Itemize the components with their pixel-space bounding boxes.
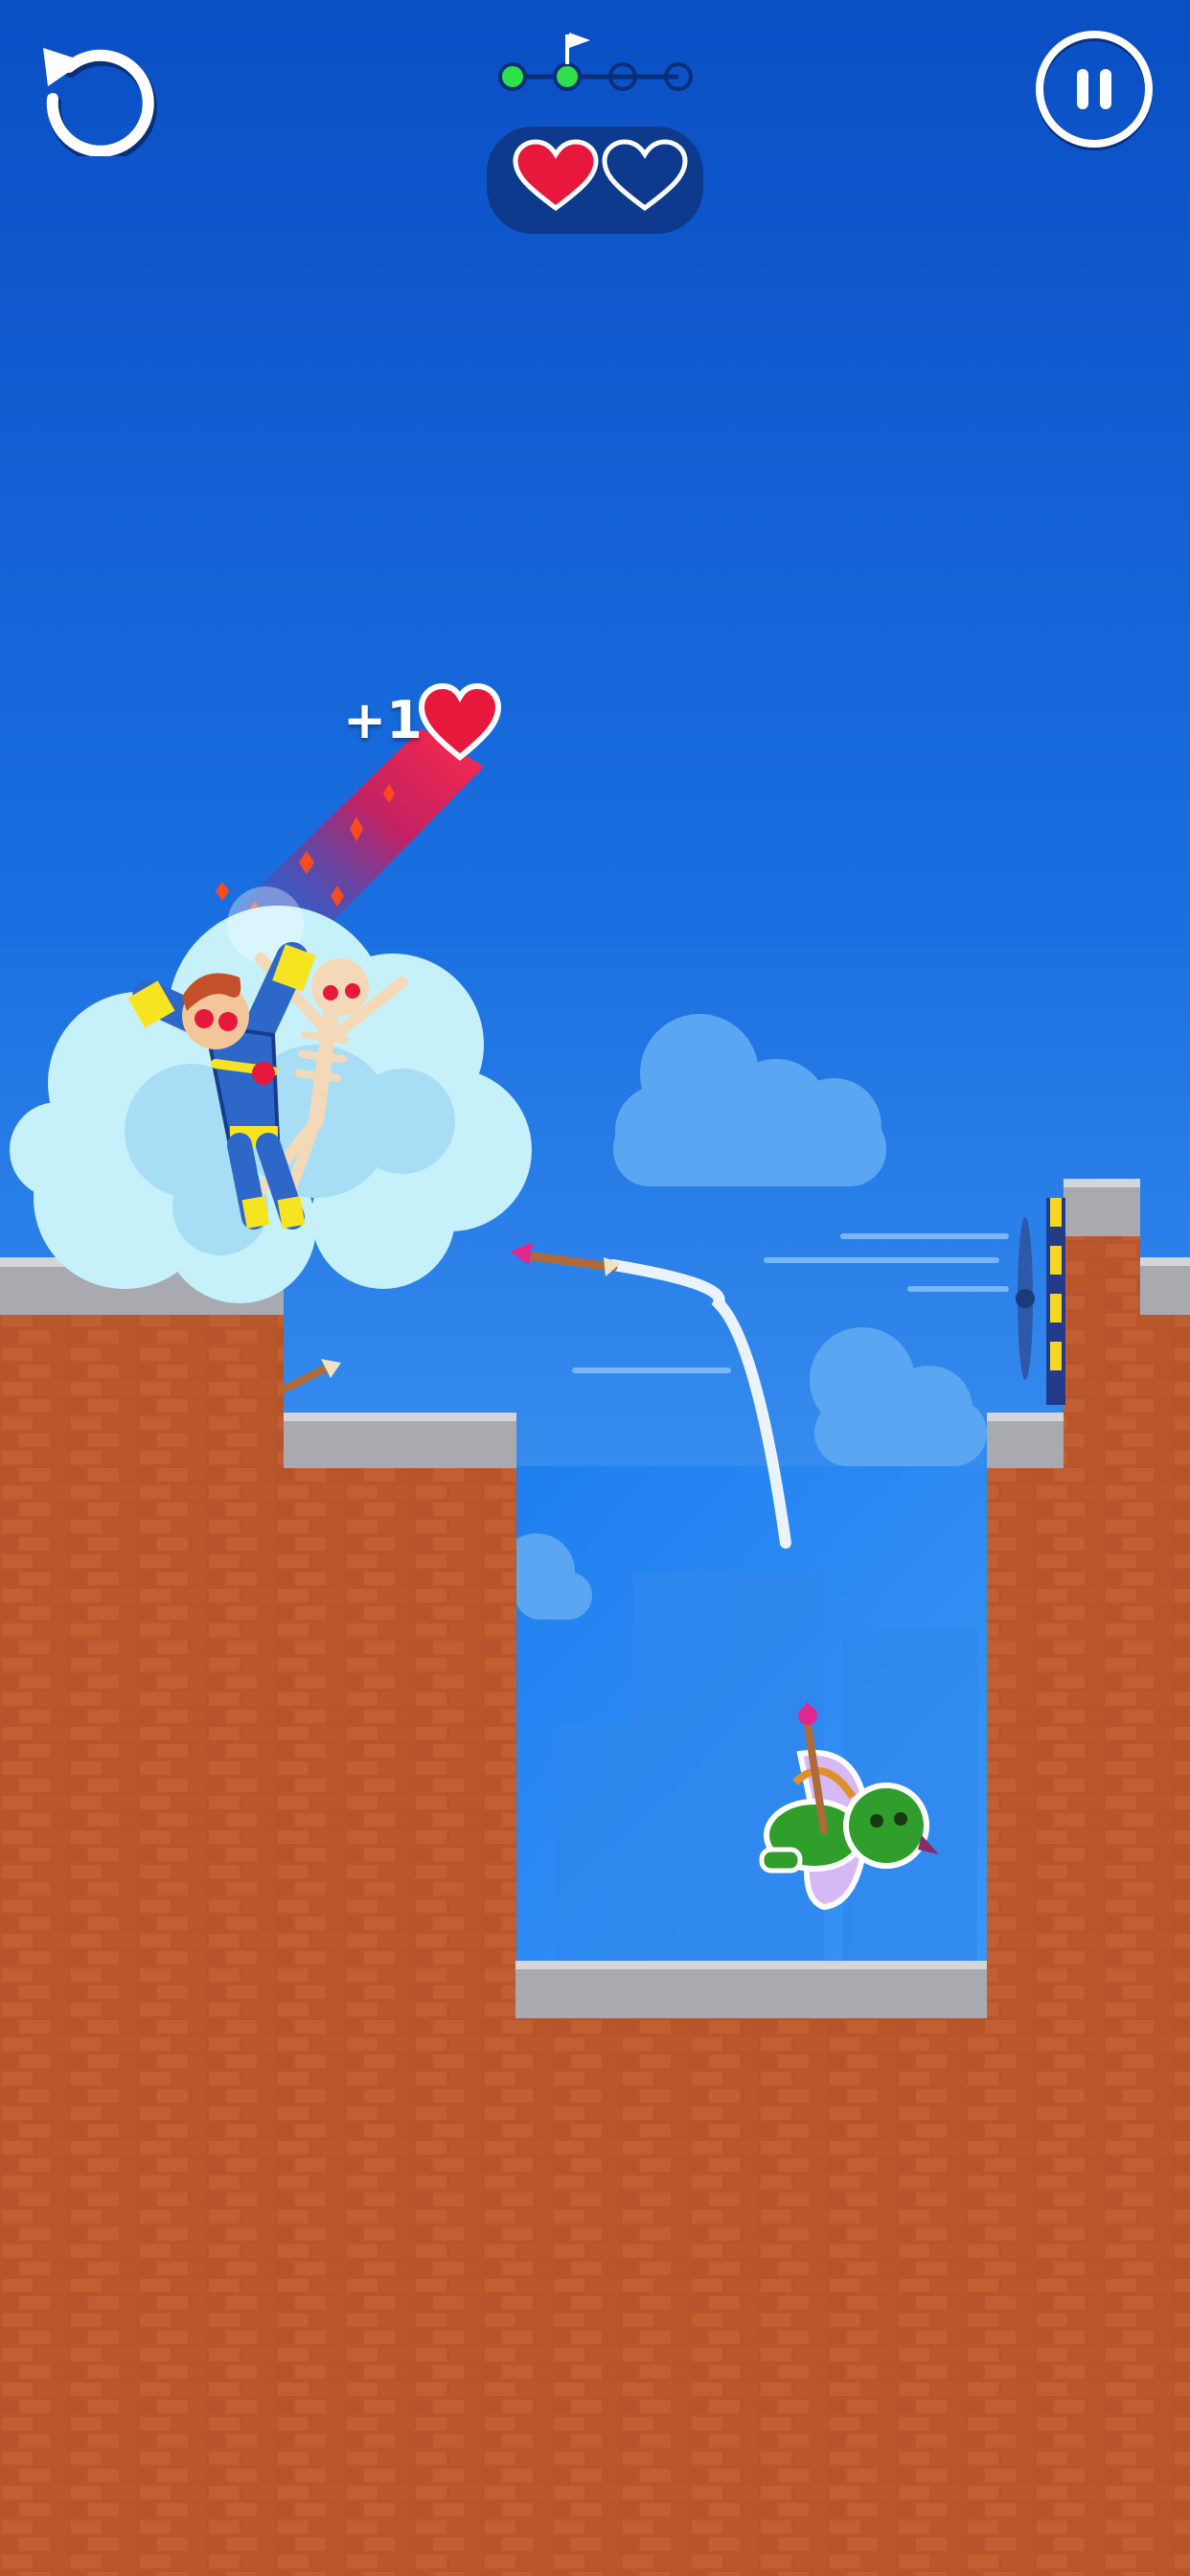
progress-node-1 bbox=[498, 62, 527, 91]
restart-button[interactable] bbox=[29, 27, 158, 162]
brick-wall-right bbox=[1140, 1313, 1190, 2576]
pause-button[interactable] bbox=[1033, 29, 1156, 151]
flying-arrow bbox=[510, 1242, 621, 1276]
stuck-arrow bbox=[280, 1359, 341, 1393]
brick-step-left bbox=[284, 1466, 516, 2576]
game-stage[interactable]: +1 bbox=[0, 0, 1190, 2576]
progress-node-2 bbox=[553, 62, 582, 91]
brick-tower-right bbox=[1064, 1236, 1140, 2576]
propeller-fan bbox=[1016, 1198, 1065, 1405]
restart-icon bbox=[43, 48, 157, 162]
game-scene bbox=[0, 682, 1190, 2576]
brick-wall-left bbox=[0, 1313, 284, 2576]
heart-icon-filled bbox=[513, 139, 599, 212]
heart-icon-empty bbox=[602, 139, 688, 212]
score-popup: +1 bbox=[343, 690, 423, 750]
background-cloud bbox=[613, 1014, 886, 1186]
pause-icon bbox=[1036, 31, 1153, 150]
brick-floor bbox=[515, 2018, 987, 2576]
wind-lines bbox=[572, 1233, 1009, 1373]
flag-icon bbox=[565, 33, 590, 64]
lives-panel bbox=[487, 126, 703, 234]
level-progress bbox=[489, 27, 699, 104]
